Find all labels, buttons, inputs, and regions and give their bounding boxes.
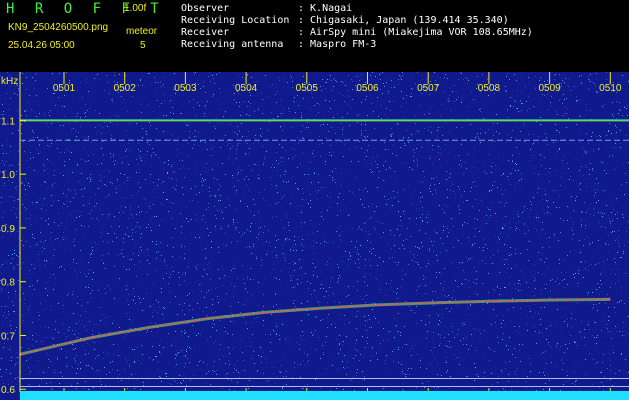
trace-point: [494, 300, 496, 302]
x-tick-label: 0503: [174, 83, 197, 94]
trace-point: [321, 307, 323, 309]
trace-point: [609, 298, 611, 301]
antenna-value: : Maspro FM-3: [298, 39, 377, 50]
trace-point: [90, 336, 93, 339]
trace-point: [436, 301, 439, 304]
x-tick-label: 0501: [53, 83, 76, 94]
trace-point: [551, 299, 554, 301]
y-tick-label: 0.8: [1, 278, 15, 289]
x-tick-label: 0506: [356, 83, 379, 94]
location-label: Receiving Location: [181, 15, 290, 26]
x-tick-label: 0509: [538, 83, 561, 94]
x-tick-label: 0507: [417, 83, 440, 94]
x-tick-label: 0510: [599, 83, 622, 94]
version-label: 1.00f: [124, 3, 147, 14]
y-tick-label: 1.0: [1, 170, 15, 181]
x-tick-label: 0504: [235, 83, 258, 94]
location-value: : Chigasaki, Japan (139.414 35.340): [298, 15, 509, 26]
y-tick-label: 0.7: [1, 331, 15, 342]
trace-point: [378, 304, 381, 306]
spectrogram: 0501 0502 0503 0504 0505 0506 0507 0508 0509 0510…: [0, 72, 629, 400]
x-tick-label: 0508: [478, 83, 501, 94]
meteor-count: 5: [140, 40, 146, 51]
baseline-band: [20, 391, 629, 400]
observer-label: Observer: [181, 3, 230, 14]
observer-value: : K.Nagai: [298, 3, 353, 14]
trace-point: [148, 326, 150, 329]
meteor-label: meteor: [126, 26, 158, 37]
antenna-label: Receiving antenna: [181, 39, 284, 50]
trace-point: [263, 311, 266, 314]
header-bar: H R O F F T 1.00f KN9_2504260500.png met…: [0, 0, 629, 72]
y-axis-unit: kHz: [1, 76, 18, 87]
x-tick-label: 0505: [296, 83, 319, 94]
receiver-label: Receiver: [181, 27, 230, 38]
y-tick-label: 0.9: [1, 224, 15, 235]
datetime-label: 25.04.26 05:00: [8, 40, 75, 51]
receiver-value: : AirSpy mini (Miakejima VOR 108.65MHz): [298, 27, 533, 38]
x-tick-label: 0502: [114, 83, 137, 94]
trace-point: [206, 318, 208, 320]
y-tick-label: 0.6: [1, 385, 15, 396]
filename-label: KN9_2504260500.png: [8, 22, 109, 33]
y-tick-label: 1.1: [1, 116, 15, 127]
